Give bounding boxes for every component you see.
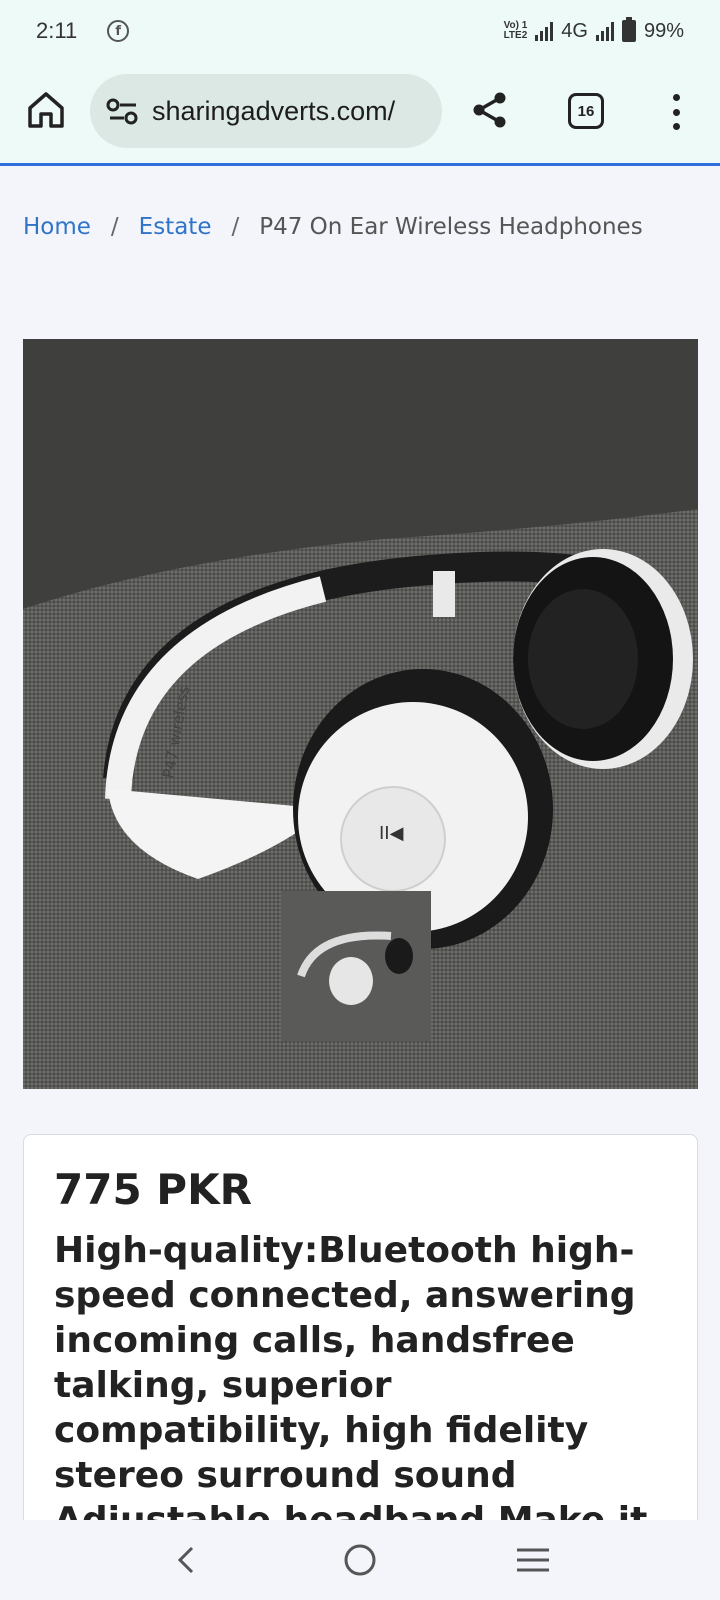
system-navigation-bar [0, 1520, 720, 1600]
signal-icon [535, 21, 554, 41]
share-icon [473, 92, 506, 128]
headphones-thumbnail-icon [281, 891, 431, 1041]
home-circle-icon [344, 1544, 376, 1576]
home-button[interactable] [24, 88, 68, 132]
site-settings-icon[interactable] [106, 96, 140, 126]
breadcrumb-separator: / [231, 214, 240, 240]
overflow-menu-button[interactable] [664, 92, 688, 132]
recents-button[interactable] [508, 1535, 558, 1585]
back-button[interactable] [162, 1535, 212, 1585]
breadcrumb-estate-link[interactable]: Estate [139, 214, 212, 240]
browser-toolbar: sharingadverts.com/ 16 [0, 62, 720, 166]
tab-switcher-button[interactable]: 16 [568, 93, 604, 129]
home-nav-button[interactable] [335, 1535, 385, 1585]
address-bar[interactable]: sharingadverts.com/ [90, 74, 442, 148]
status-indicators: Vo) 1 LTE2 4G 99% [503, 17, 684, 43]
status-time: 2:11 [36, 18, 78, 43]
recents-icon [517, 1548, 550, 1572]
facebook-notification-icon: f [107, 20, 130, 42]
battery-percentage: 99% [643, 19, 684, 42]
breadcrumb-home-link[interactable]: Home [23, 214, 91, 240]
volte-icon: Vo) 1 LTE2 [503, 20, 528, 41]
url-text[interactable]: sharingadverts.com/ [152, 96, 395, 127]
status-bar: 2:11 f Vo) 1 LTE2 4G 99% [0, 0, 720, 62]
breadcrumb-separator: / [110, 214, 119, 240]
svg-text:II◀: II◀ [379, 823, 404, 844]
back-icon [177, 1546, 193, 1574]
signal-icon-2 [595, 21, 614, 41]
product-thumbnail[interactable] [281, 891, 431, 1041]
breadcrumb: Home / Estate / P47 On Ear Wireless Head… [23, 214, 643, 240]
share-button[interactable] [470, 90, 510, 130]
breadcrumb-current: P47 On Ear Wireless Headphones [259, 214, 643, 240]
product-price: 775 PKR [54, 1165, 252, 1214]
home-icon [28, 92, 64, 128]
product-image[interactable]: II◀ P47 wireless [23, 339, 698, 1089]
network-type-label: 4G [561, 19, 588, 42]
battery-icon [621, 17, 636, 42]
